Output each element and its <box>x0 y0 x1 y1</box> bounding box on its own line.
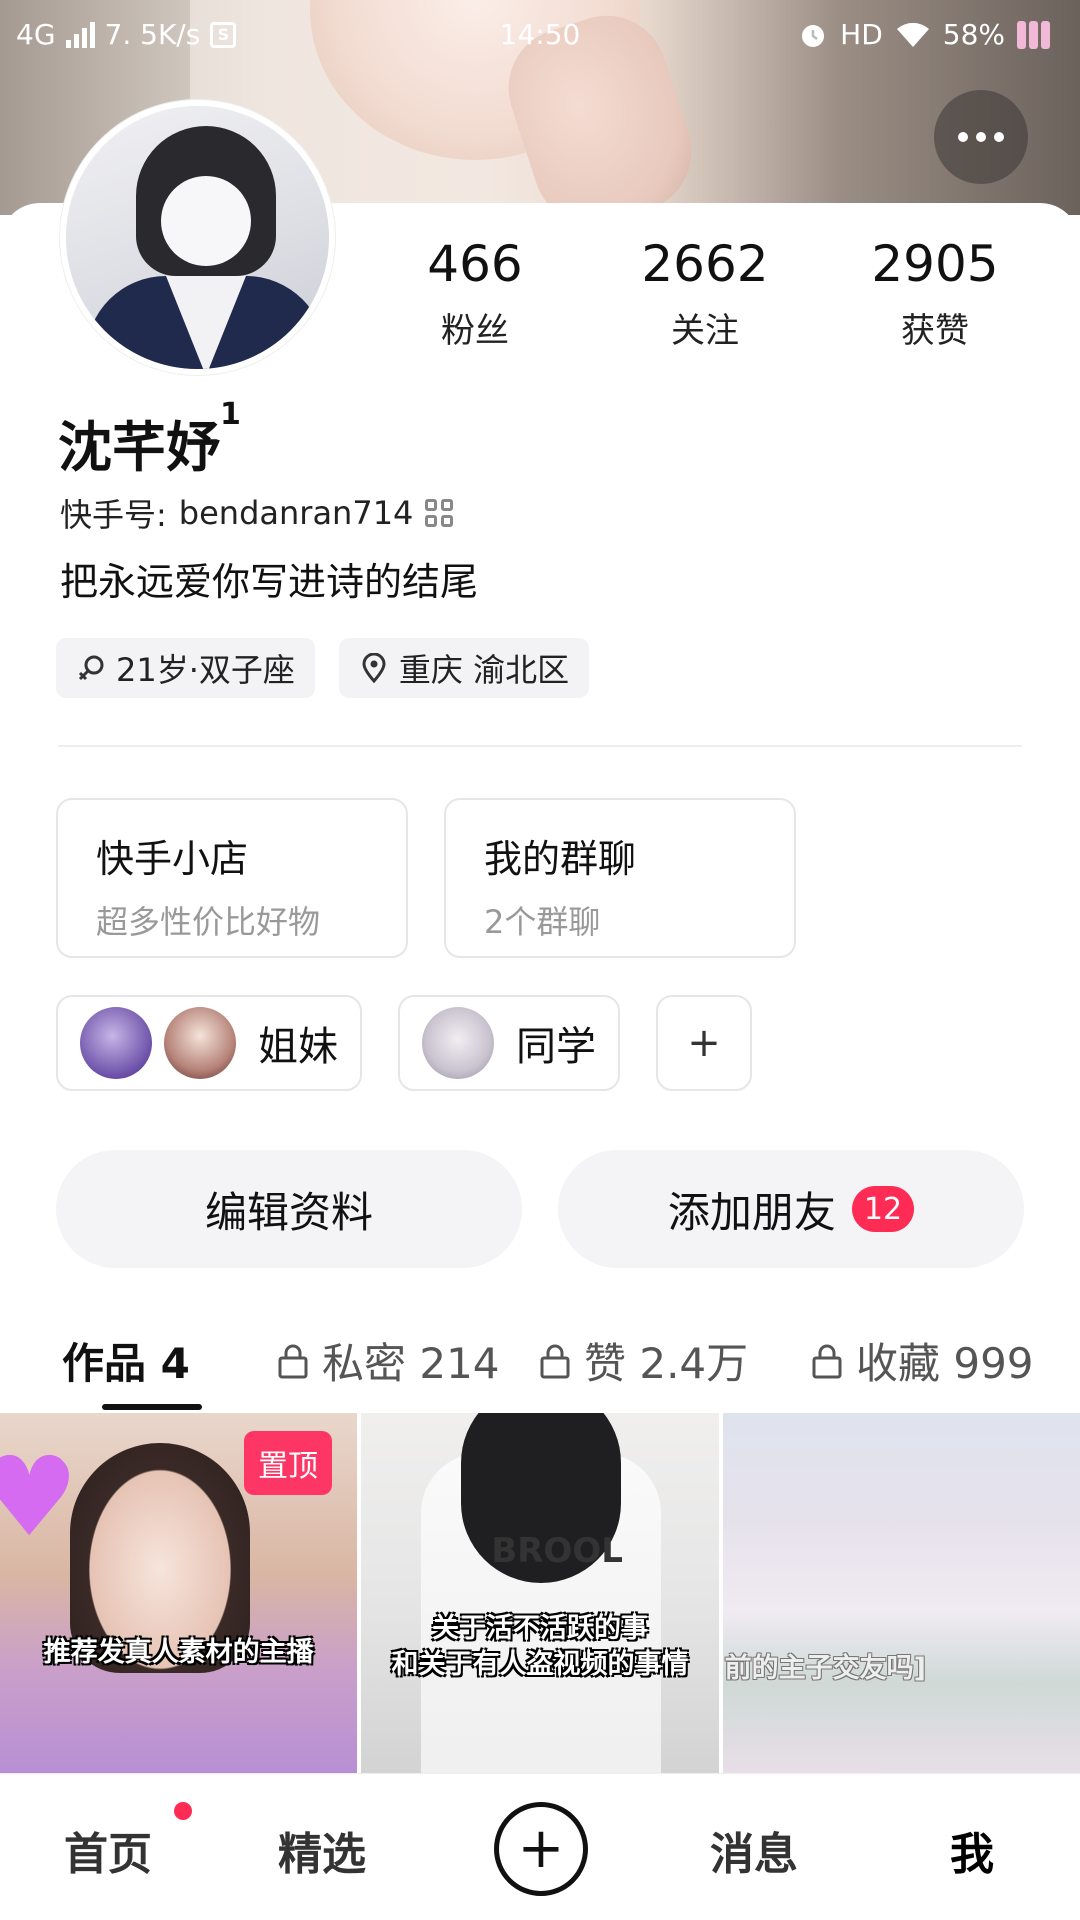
video-thumbnail[interactable]: ♥ 置顶 推荐发真人素材的主播 <box>0 1413 358 1773</box>
nav-messages[interactable]: 消息 <box>710 1818 798 1882</box>
add-friend-button[interactable]: 添加朋友 12 <box>558 1150 1024 1268</box>
group-avatar <box>164 1007 236 1079</box>
stat-label: 获赞 <box>901 311 969 351</box>
video-caption: 推荐发真人素材的主播 <box>43 1637 314 1668</box>
avatar[interactable] <box>60 100 335 375</box>
tab-label: 作品 4 <box>62 1339 190 1388</box>
active-tab-indicator <box>102 1404 202 1410</box>
video-grid: ♥ 置顶 推荐发真人素材的主播 BROOL 关于活不活跃的事 和关于有人盗视频的… <box>0 1413 1080 1773</box>
shortcut-subtitle: 超多性价比好物 <box>96 903 321 941</box>
create-button[interactable]: + <box>494 1802 588 1896</box>
group-avatar <box>80 1007 152 1079</box>
shortcut-my-groups[interactable]: 我的群聊 2个群聊 <box>444 798 796 958</box>
shortcut-cards: 快手小店 超多性价比好物 我的群聊 2个群聊 <box>56 798 796 958</box>
group-avatar <box>422 1007 494 1079</box>
stat-followers[interactable]: 466 粉丝 <box>360 233 590 352</box>
location-pin-icon <box>362 653 386 683</box>
stat-label: 粉丝 <box>441 311 509 351</box>
kuaishou-id-value: bendanran714 <box>178 494 414 532</box>
add-friend-badge: 12 <box>851 1186 915 1232</box>
content-tabs: 作品 4 私密 214 赞 2.4万 收藏 999 <box>0 1318 1080 1398</box>
shortcut-subtitle: 2个群聊 <box>484 903 601 941</box>
group-label: 姐妹 <box>258 1024 338 1070</box>
kuaishou-id[interactable]: 快手号: bendanran714 <box>60 490 454 536</box>
shortcut-kuaishou-shop[interactable]: 快手小店 超多性价比好物 <box>56 798 408 958</box>
tab-favorites[interactable]: 收藏 999 <box>810 1330 1034 1391</box>
video-caption: 前的主子交友吗] <box>724 1653 926 1684</box>
battery-icon <box>1017 20 1050 49</box>
nav-me[interactable]: 我 <box>950 1818 994 1882</box>
gender-icon <box>78 655 104 681</box>
tag-age-zodiac[interactable]: 21岁·双子座 <box>56 638 315 698</box>
profile-name-text: 沈芊妤 <box>58 416 220 479</box>
more-options-button[interactable] <box>934 90 1028 184</box>
video-caption-line2: 和关于有人盗视频的事情 <box>391 1649 689 1680</box>
more-dots-icon <box>958 132 968 142</box>
lock-icon <box>812 1344 842 1378</box>
stat-value: 466 <box>427 235 523 293</box>
home-notification-dot <box>174 1802 192 1820</box>
tab-private[interactable]: 私密 214 <box>276 1330 500 1391</box>
tag-text: 重庆 渝北区 <box>398 651 570 689</box>
stat-following[interactable]: 2662 关注 <box>590 233 820 352</box>
shirt-text: BROOL <box>491 1531 623 1571</box>
nav-featured[interactable]: 精选 <box>278 1818 366 1882</box>
tag-location[interactable]: 重庆 渝北区 <box>338 638 590 698</box>
heart-icon: ♥ <box>0 1433 79 1561</box>
group-classmates[interactable]: 同学 <box>398 995 620 1091</box>
add-friend-label: 添加朋友 <box>667 1187 836 1237</box>
shortcut-title: 我的群聊 <box>484 837 637 881</box>
profile-actions: 编辑资料 添加朋友 12 <box>56 1150 1024 1268</box>
video-thumbnail[interactable]: BROOL 关于活不活跃的事 和关于有人盗视频的事情 <box>361 1413 719 1773</box>
battery-percent: 58% <box>942 18 1005 51</box>
tab-works[interactable]: 作品 4 <box>62 1330 190 1391</box>
edit-profile-button[interactable]: 编辑资料 <box>56 1150 522 1268</box>
shortcut-title: 快手小店 <box>96 837 249 881</box>
profile-bio: 把永远爱你写进诗的结尾 <box>60 560 479 604</box>
stat-likes[interactable]: 2905 获赞 <box>820 233 1050 352</box>
tab-label: 赞 2.4万 <box>584 1339 749 1388</box>
group-sisters[interactable]: 姐妹 <box>56 995 362 1091</box>
pinned-badge: 置顶 <box>244 1431 332 1495</box>
add-group-button[interactable]: + <box>656 995 752 1091</box>
profile-tags: 21岁·双子座 重庆 渝北区 <box>56 638 590 698</box>
profile-name: 沈芊妤1 <box>58 397 241 482</box>
lock-icon <box>278 1344 308 1378</box>
tab-label: 收藏 999 <box>856 1339 1034 1388</box>
stat-value: 2662 <box>641 235 769 293</box>
video-thumbnail[interactable]: 前的主子交友吗] <box>722 1413 1080 1773</box>
edit-profile-label: 编辑资料 <box>204 1187 373 1237</box>
lock-icon <box>540 1344 570 1378</box>
wifi-icon <box>896 22 929 47</box>
hd-indicator: HD <box>840 18 883 51</box>
status-bar: 4G 7. 5K/s S 14:50 HD 58% <box>0 0 1080 70</box>
stat-label: 关注 <box>671 311 739 351</box>
nav-home[interactable]: 首页 <box>64 1818 152 1882</box>
qr-code-icon[interactable] <box>425 499 454 527</box>
group-label: 同学 <box>516 1024 596 1070</box>
video-caption-line1: 关于活不活跃的事 <box>431 1613 648 1644</box>
kuaishou-id-label: 快手号: <box>60 496 167 534</box>
tag-text: 21岁·双子座 <box>116 651 295 689</box>
friend-groups: 姐妹 同学 + <box>56 995 752 1091</box>
alarm-icon <box>802 24 825 47</box>
divider <box>58 745 1022 747</box>
profile-stats: 466 粉丝 2662 关注 2905 获赞 <box>360 233 1050 352</box>
bottom-navigation: 首页 精选 + 消息 我 <box>0 1773 1080 1920</box>
profile-name-suffix: 1 <box>220 397 241 432</box>
tab-label: 私密 214 <box>322 1339 500 1388</box>
stat-value: 2905 <box>871 235 999 293</box>
tab-likes[interactable]: 赞 2.4万 <box>538 1330 748 1391</box>
